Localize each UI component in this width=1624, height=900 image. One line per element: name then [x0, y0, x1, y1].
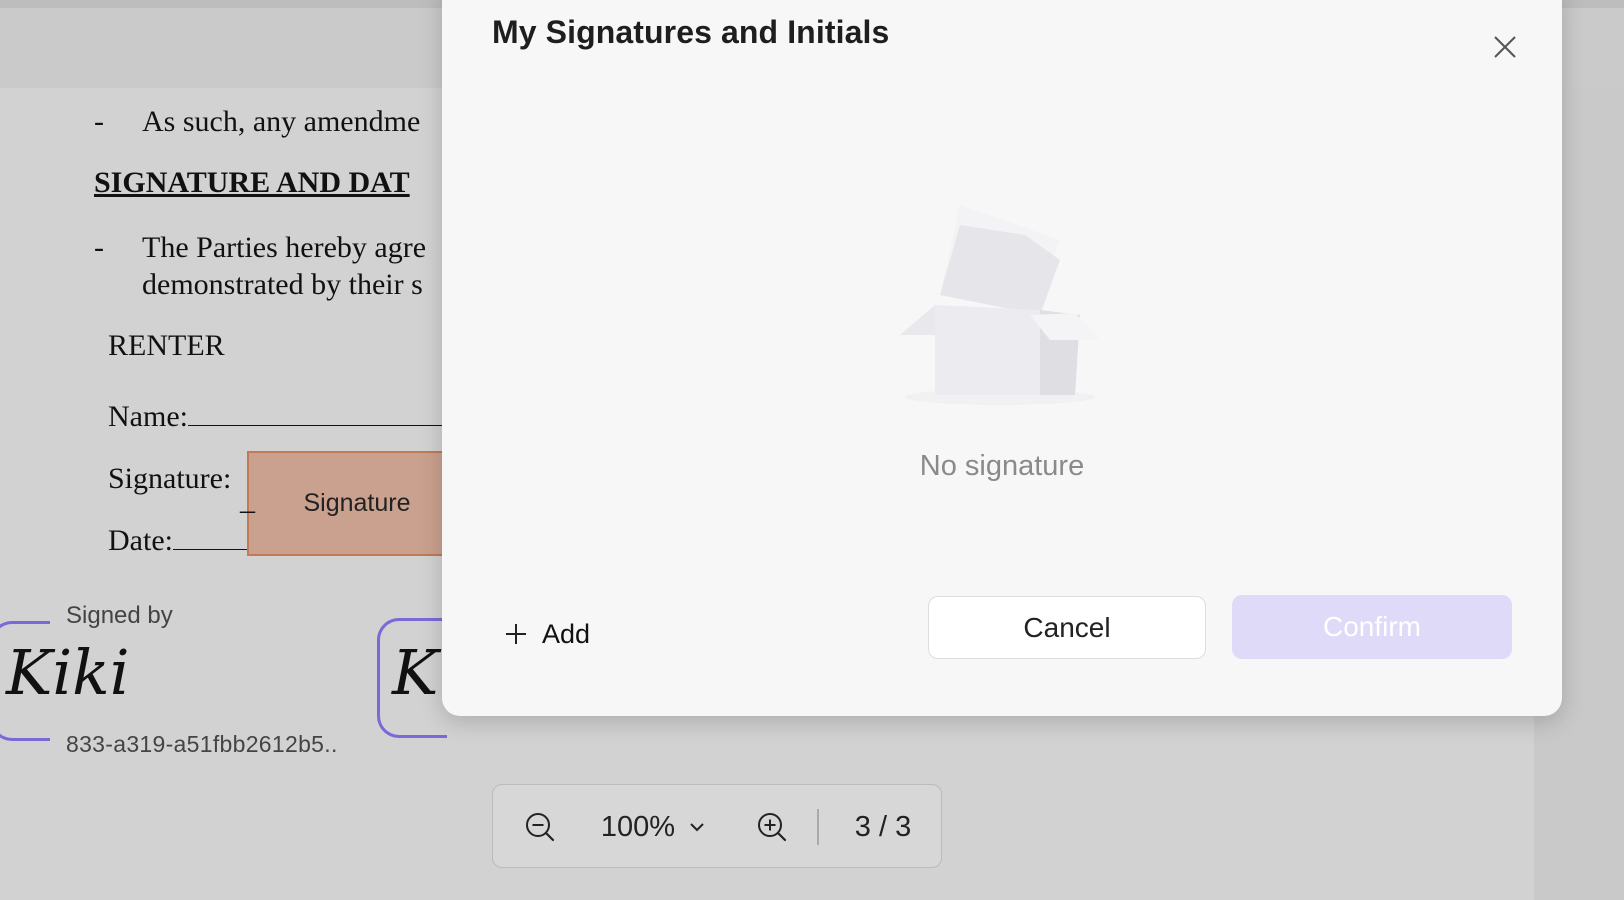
- zoom-out-icon: [526, 813, 555, 842]
- name-underline: [187, 401, 448, 426]
- doc-line-amendment: As such, any amendme: [142, 105, 421, 138]
- pdf-viewer: - As such, any amendme SIGNATURE AND DAT…: [0, 0, 1624, 900]
- signature-field-label: Signature:: [108, 462, 231, 496]
- renter-label: RENTER: [108, 329, 225, 362]
- zoom-toolbar: 100% 3 / 3: [492, 784, 942, 868]
- bullet-dash: -: [94, 105, 104, 138]
- signatures-modal: My Signatures and Initials No signature …: [442, 0, 1562, 716]
- signature-script: Kiki: [6, 636, 130, 709]
- zoom-in-button[interactable]: [747, 785, 797, 869]
- signature-field-placeholder[interactable]: Signature: [247, 451, 467, 556]
- doc-heading-signature: SIGNATURE AND DAT: [94, 166, 410, 199]
- page-indicator: 3 / 3: [833, 785, 933, 869]
- empty-box-icon: [900, 205, 1100, 405]
- modal-title: My Signatures and Initials: [492, 14, 890, 50]
- page-indicator-text: 3 / 3: [854, 810, 912, 843]
- zoom-toolbar-divider: [817, 809, 819, 845]
- zoom-in-icon: [758, 813, 787, 842]
- bullet-dash: -: [94, 231, 104, 264]
- zoom-level-value: 100%: [600, 810, 676, 843]
- signature-underline-prefix: _: [240, 483, 255, 516]
- zoom-out-button[interactable]: [515, 785, 565, 869]
- signature-script: K: [392, 636, 439, 709]
- stamp-id: 833-a319-a51fbb2612b5..: [66, 731, 338, 757]
- signature-label: Signature:: [108, 462, 232, 495]
- chevron-down-icon: [690, 823, 704, 832]
- date-label: Date:: [108, 524, 173, 557]
- close-icon: [1494, 36, 1516, 58]
- signed-by-label: Signed by: [66, 602, 173, 629]
- plus-icon: [506, 624, 526, 644]
- add-label: Add: [542, 618, 591, 649]
- signature-field-text: Signature: [303, 489, 411, 517]
- zoom-level-select[interactable]: 100%: [589, 785, 719, 869]
- name-field-label: Name:: [108, 400, 448, 434]
- add-signature-button[interactable]: Add: [504, 614, 590, 654]
- cancel-button[interactable]: Cancel: [928, 596, 1206, 659]
- doc-line-parties-2: demonstrated by their s: [142, 268, 423, 301]
- confirm-button[interactable]: Confirm: [1232, 595, 1512, 659]
- name-label: Name:: [108, 400, 188, 433]
- close-button[interactable]: [1492, 34, 1518, 60]
- doc-line-parties-1: The Parties hereby agre: [142, 231, 427, 264]
- empty-state-text: No signature: [919, 450, 1085, 482]
